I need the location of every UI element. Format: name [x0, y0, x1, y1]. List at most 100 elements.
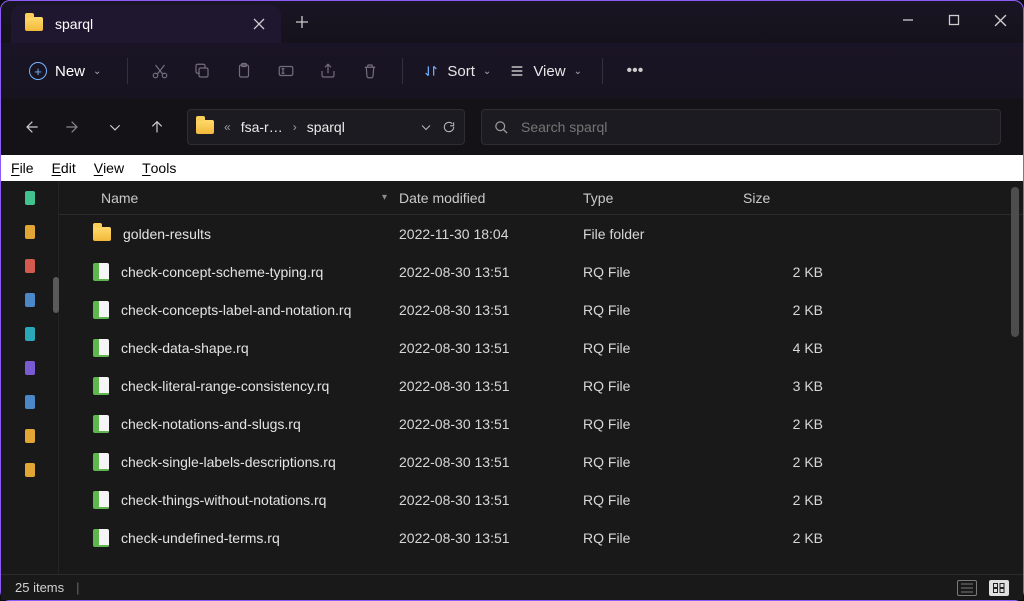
refresh-icon[interactable] [442, 120, 456, 134]
rq-file-icon [93, 339, 109, 357]
column-size[interactable]: Size [737, 190, 847, 206]
sidebar-pin-7[interactable] [25, 395, 35, 409]
file-type: RQ File [583, 302, 737, 318]
window-controls [885, 1, 1023, 39]
search-icon [494, 120, 509, 135]
file-name: check-concepts-label-and-notation.rq [121, 302, 351, 318]
close-window-button[interactable] [977, 1, 1023, 39]
file-size: 2 KB [737, 492, 847, 508]
close-tab-icon[interactable] [253, 18, 267, 30]
table-row[interactable]: check-concept-scheme-typing.rq2022-08-30… [59, 253, 1023, 291]
sidebar-pin-4[interactable] [25, 293, 35, 307]
table-row[interactable]: check-concepts-label-and-notation.rq 2022… [59, 291, 1023, 329]
file-date: 2022-08-30 13:51 [399, 302, 583, 318]
file-date: 2022-08-30 13:51 [399, 530, 583, 546]
file-name: check-literal-range-consistency.rq [121, 378, 329, 394]
file-name: golden-results [123, 226, 211, 242]
menu-edit[interactable]: Edit [52, 160, 76, 176]
table-row[interactable]: check-data-shape.rq 2022-08-30 13:51RQ Fi… [59, 329, 1023, 367]
file-type: RQ File [583, 264, 737, 280]
sidebar[interactable] [1, 181, 59, 574]
table-row[interactable]: check-undefined-terms.rq 2022-08-30 13:51… [59, 519, 1023, 557]
menu-file[interactable]: File [11, 160, 34, 176]
sidebar-pin-1[interactable] [25, 191, 35, 205]
column-date[interactable]: Date modified [399, 190, 583, 206]
more-button[interactable]: ••• [615, 51, 655, 91]
sidebar-pin-8[interactable] [25, 429, 35, 443]
sidebar-pin-5[interactable] [25, 327, 35, 341]
table-row[interactable]: check-literal-range-consistency.rq 2022-0… [59, 367, 1023, 405]
file-name: check-undefined-terms.rq [121, 530, 280, 546]
rq-file-icon [93, 453, 109, 471]
sidebar-pin-9[interactable] [25, 463, 35, 477]
status-items: 25 items [15, 580, 64, 595]
menu-view[interactable]: View [94, 160, 124, 176]
statusbar: 25 items | [1, 574, 1023, 600]
view-thumbnails-icon[interactable] [989, 580, 1009, 596]
breadcrumb-crumb-2[interactable]: sparql [307, 119, 345, 135]
new-label: New [55, 63, 85, 80]
file-type: RQ File [583, 378, 737, 394]
delete-button[interactable] [350, 51, 390, 91]
chevron-down-icon: ⌄ [93, 66, 101, 77]
file-size: 2 KB [737, 302, 847, 318]
sidebar-pin-2[interactable] [25, 225, 35, 239]
new-tab-button[interactable] [281, 1, 323, 43]
file-date: 2022-08-30 13:51 [399, 340, 583, 356]
chevron-right-icon: › [293, 120, 297, 134]
share-button[interactable] [308, 51, 348, 91]
recent-button[interactable] [97, 109, 133, 145]
rq-file-icon [93, 529, 109, 547]
cut-button[interactable] [140, 51, 180, 91]
chevron-down-icon: ⌄ [483, 66, 491, 77]
table-row[interactable]: check-things-without-notations.rq2022-08… [59, 481, 1023, 519]
column-name[interactable]: Name ▾ [59, 190, 399, 206]
sidebar-pin-6[interactable] [25, 361, 35, 375]
copy-button[interactable] [182, 51, 222, 91]
file-date: 2022-08-30 13:51 [399, 454, 583, 470]
file-type: RQ File [583, 530, 737, 546]
tab-current[interactable]: sparql [11, 5, 281, 43]
titlebar: sparql [1, 1, 1023, 43]
up-button[interactable] [139, 109, 175, 145]
file-date: 2022-08-30 13:51 [399, 416, 583, 432]
plus-circle-icon: + [29, 62, 47, 80]
sort-button[interactable]: Sort ⌄ [415, 57, 499, 86]
chevron-down-icon: ⌄ [574, 66, 582, 77]
address-bar[interactable]: « fsa-r… › sparql [187, 109, 465, 145]
table-row[interactable]: check-notations-and-slugs.rq 2022-08-30 1… [59, 405, 1023, 443]
folder-icon [25, 17, 43, 31]
menu-tools[interactable]: Tools [142, 160, 176, 176]
menubar: File Edit View Tools [1, 155, 1023, 181]
nav-row: « fsa-r… › sparql [1, 99, 1023, 155]
new-button[interactable]: + New ⌄ [15, 56, 115, 86]
search-input[interactable] [521, 119, 988, 135]
rename-button[interactable] [266, 51, 306, 91]
folder-icon [93, 227, 111, 241]
address-dropdown-icon[interactable] [420, 121, 432, 133]
forward-button[interactable] [55, 109, 91, 145]
search-bar[interactable] [481, 109, 1001, 145]
breadcrumb-crumb-1[interactable]: fsa-r… [241, 119, 283, 135]
sort-caret-icon: ▾ [382, 192, 387, 203]
back-button[interactable] [13, 109, 49, 145]
table-row[interactable]: check-single-labels-descriptions.rq2022-… [59, 443, 1023, 481]
paste-button[interactable] [224, 51, 264, 91]
maximize-button[interactable] [931, 1, 977, 39]
file-date: 2022-08-30 13:51 [399, 378, 583, 394]
explorer-window: sparql + New ⌄ [0, 0, 1024, 601]
file-name: check-data-shape.rq [121, 340, 249, 356]
table-row[interactable]: golden-results2022-11-30 18:04File folde… [59, 215, 1023, 253]
view-button[interactable]: View ⌄ [501, 57, 590, 86]
sidebar-pin-3[interactable] [25, 259, 35, 273]
file-name: check-notations-and-slugs.rq [121, 416, 301, 432]
file-size: 4 KB [737, 340, 847, 356]
list-scrollbar[interactable] [1011, 187, 1019, 337]
column-type[interactable]: Type [583, 190, 737, 206]
file-size: 2 KB [737, 530, 847, 546]
file-size: 2 KB [737, 454, 847, 470]
file-type: RQ File [583, 340, 737, 356]
file-size: 3 KB [737, 378, 847, 394]
view-details-icon[interactable] [957, 580, 977, 596]
minimize-button[interactable] [885, 1, 931, 39]
